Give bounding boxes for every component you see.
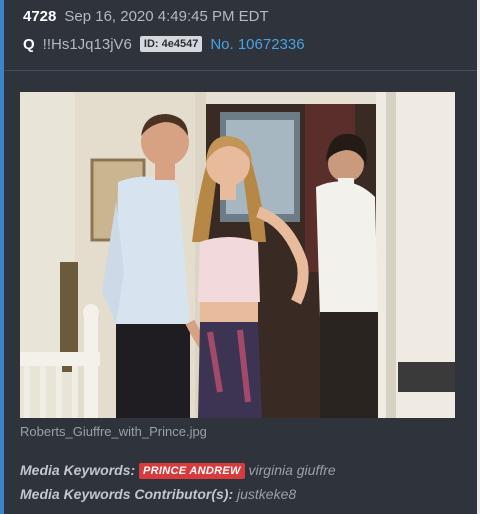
media-contributors-label: Media Keywords Contributor(s): xyxy=(20,486,234,502)
media-contributors-row: Media Keywords Contributor(s): justkeke8 xyxy=(20,486,296,502)
post-reference-link[interactable]: No. 10672336 xyxy=(210,36,304,53)
post-tripcode: !!Hs1Jq13jV6 xyxy=(42,35,132,53)
header-divider xyxy=(4,70,477,71)
post-header: 4728 Sep 16, 2020 4:49:45 PM EDT Q !!Hs1… xyxy=(4,0,477,62)
post-date: Sep 16, 2020 4:49:45 PM EDT xyxy=(64,8,269,25)
media-keywords-row: Media Keywords: PRINCE ANDREW virginia g… xyxy=(20,462,336,479)
post-number[interactable]: 4728 xyxy=(23,8,56,25)
post-image[interactable] xyxy=(20,92,455,418)
media-filename[interactable]: Roberts_Giuffre_with_Prince.jpg xyxy=(20,424,207,439)
post-author: Q xyxy=(23,35,35,53)
keyword-tag-prince-andrew[interactable]: PRINCE ANDREW xyxy=(139,463,245,479)
contributor-name[interactable]: justkeke8 xyxy=(237,486,296,502)
media-keywords-label: Media Keywords: xyxy=(20,462,136,478)
keyword-value[interactable]: virginia giuffre xyxy=(249,462,336,478)
post-id-badge: ID: 4e4547 xyxy=(139,36,203,52)
